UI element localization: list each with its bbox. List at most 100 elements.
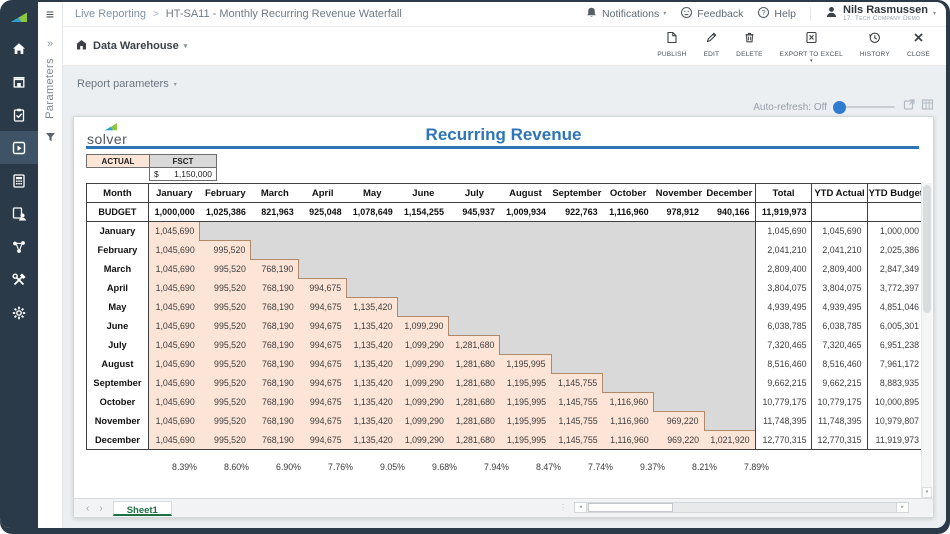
delete-button[interactable]: DELETE [736, 29, 763, 58]
row-label: October [87, 393, 149, 412]
history-button[interactable]: HISTORY [860, 29, 890, 58]
table-cell: 995,520 [200, 374, 251, 393]
column-header: February [200, 184, 251, 203]
table-cell: 995,520 [200, 355, 251, 374]
row-label: August [87, 355, 149, 374]
parameters-label[interactable]: Parameters [44, 58, 56, 119]
vertical-scrollbar-thumb[interactable] [923, 185, 931, 313]
publish-button[interactable]: PUBLISH [657, 29, 686, 58]
storefront-icon[interactable] [0, 65, 38, 98]
ytd-actual-cell: 9,662,215 [812, 374, 867, 393]
row-label: April [87, 279, 149, 298]
chevron-down-icon: ▾ [174, 81, 177, 88]
home-icon[interactable] [0, 32, 38, 65]
table-cell: 768,190 [251, 393, 299, 412]
budget-cell: 925,048 [299, 203, 347, 222]
expand-panel-icon[interactable]: » [47, 38, 53, 50]
budget-cell: 1,025,386 [200, 203, 251, 222]
prev-sheet-icon[interactable]: ‹ [86, 503, 89, 514]
table-cell: 1,145,755 [551, 412, 603, 431]
breadcrumb-root[interactable]: Live Reporting [75, 8, 146, 20]
table-cell: 1,195,995 [500, 374, 551, 393]
help-button[interactable]: ? Help [757, 6, 796, 22]
report-parameters-toggle[interactable]: Report parameters ▾ [77, 78, 177, 90]
budget-cell: 1,000,000 [148, 203, 199, 222]
chevron-down-icon: ▾ [810, 60, 813, 63]
row-label: November [87, 412, 149, 431]
table-cell [704, 298, 755, 317]
clipboard-check-icon[interactable] [0, 98, 38, 131]
user-menu[interactable]: Nils Rasmussen 17. Tech Company Demo ▾ [825, 5, 936, 23]
grid-view-icon[interactable] [921, 98, 934, 116]
month-row: June1,045,690995,520768,190994,6751,135,… [87, 317, 925, 336]
ytd-actual-cell: 2,809,400 [812, 260, 867, 279]
edit-button[interactable]: EDIT [704, 29, 720, 58]
ytd-budget-cell: 6,005,301 [867, 317, 924, 336]
nodes-icon[interactable] [0, 230, 38, 263]
auto-refresh-slider[interactable] [835, 106, 895, 108]
notifications-button[interactable]: Notifications ▾ [585, 6, 666, 22]
total-cell: 2,041,210 [755, 241, 812, 260]
vertical-scrollbar[interactable]: ▾ [921, 183, 932, 498]
slider-knob[interactable] [833, 101, 846, 114]
total-cell: 10,779,175 [755, 393, 812, 412]
chevron-down-icon: ▾ [933, 10, 936, 17]
table-cell [500, 260, 551, 279]
report-viewer-icon[interactable] [0, 131, 38, 164]
month-row: May1,045,690995,520768,190994,6751,135,4… [87, 298, 925, 317]
table-cell [603, 374, 654, 393]
data-source-selector[interactable]: Data Warehouse ▾ [75, 38, 187, 54]
table-cell: 1,099,290 [398, 336, 449, 355]
tools-icon[interactable] [0, 263, 38, 296]
percent-value: 6.90% [254, 462, 306, 472]
menu-icon[interactable]: ≡ [46, 6, 54, 22]
total-cell: 1,045,690 [755, 222, 812, 241]
legend-actual: ACTUAL [86, 154, 150, 168]
table-cell: 994,675 [299, 431, 347, 450]
scroll-right-icon[interactable]: ▸ [896, 503, 908, 512]
column-header: November [654, 184, 704, 203]
filter-icon[interactable] [45, 129, 56, 147]
table-cell: 994,675 [299, 355, 347, 374]
column-header: YTD Actual [812, 184, 867, 203]
column-header: May [347, 184, 398, 203]
scroll-down-icon[interactable]: ▾ [922, 487, 932, 498]
scroll-left-icon[interactable]: ◂ [575, 503, 587, 512]
breadcrumb-current: HT-SA11 - Monthly Recurring Revenue Wate… [166, 8, 402, 20]
next-sheet-icon[interactable]: › [99, 503, 102, 514]
budget-row: BUDGET1,000,0001,025,386821,963925,0481,… [87, 203, 925, 222]
svg-text:?: ? [762, 8, 766, 17]
ytd-budget-cell: 10,979,807 [867, 412, 924, 431]
table-cell: 1,099,290 [398, 355, 449, 374]
close-button[interactable]: CLOSE [907, 29, 930, 58]
total-cell: 8,516,460 [755, 355, 812, 374]
feedback-button[interactable]: Feedback [680, 6, 743, 22]
column-header: December [704, 184, 755, 203]
percent-value: 8.21% [670, 462, 722, 472]
popout-icon[interactable] [903, 98, 916, 116]
table-cell [551, 336, 603, 355]
table-cell [449, 298, 500, 317]
table-cell [500, 241, 551, 260]
table-cell: 1,045,690 [148, 241, 199, 260]
document-user-icon[interactable] [0, 197, 38, 230]
excel-icon [805, 31, 818, 49]
table-cell [398, 222, 449, 241]
table-cell: 1,135,420 [347, 412, 398, 431]
legend: ACTUAL FSCT $ 1,150,000 [86, 154, 217, 181]
table-cell: 1,281,680 [449, 336, 500, 355]
table-cell [200, 222, 251, 241]
column-header: YTD Budget [867, 184, 924, 203]
excel-button[interactable]: EXPORT TO EXCEL▾ [780, 29, 843, 63]
row-label: February [87, 241, 149, 260]
gear-icon[interactable] [0, 296, 38, 329]
chevron-down-icon: ▾ [184, 42, 188, 50]
sheet-tab[interactable]: Sheet1 [113, 501, 172, 516]
percent-value: 8.60% [202, 462, 254, 472]
table-cell [704, 336, 755, 355]
ytd-actual-cell: 7,320,465 [812, 336, 867, 355]
column-header: Month [87, 184, 149, 203]
horizontal-scrollbar[interactable]: ◂ ▸ [574, 502, 909, 513]
calculator-icon[interactable] [0, 164, 38, 197]
horizontal-scrollbar-thumb[interactable] [588, 503, 673, 512]
